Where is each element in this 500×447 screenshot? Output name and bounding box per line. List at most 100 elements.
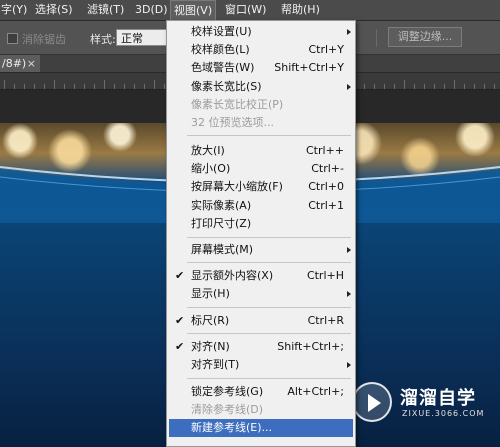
menu-item-label: 显示额外内容(X): [191, 269, 274, 282]
submenu-arrow-icon: [347, 362, 351, 368]
menu-separator: [187, 378, 351, 379]
menu-item-new-guide[interactable]: 新建参考线(E)...: [169, 419, 353, 437]
menu-item-proof-setup[interactable]: 校样设置(U): [167, 23, 355, 41]
checkmark-icon: ✔: [175, 340, 185, 353]
view-menu-dropdown: 校样设置(U) 校样颜色(L) Ctrl+Y 色域警告(W) Shift+Ctrl+…: [166, 20, 356, 447]
menu-item-screen-mode[interactable]: 屏幕模式(M): [167, 241, 355, 259]
ruler-tick: [94, 84, 95, 89]
ruler-tick: [134, 84, 135, 89]
watermark: 溜溜自学 ZIXUE.3066.COM: [352, 382, 492, 432]
menu-item-label: 对齐(N): [191, 340, 230, 353]
menu-item-actual-pixels[interactable]: 实际像素(A) Ctrl+1: [167, 197, 355, 215]
menu-item-shortcut: Ctrl+1: [308, 199, 344, 212]
menu-separator: [187, 135, 351, 136]
menu-item-snap[interactable]: ✔ 对齐(N) Shift+Ctrl+;: [167, 338, 355, 356]
ruler-tick: [494, 84, 495, 89]
checkmark-icon: ✔: [175, 269, 185, 282]
menu-item-label: 打印尺寸(Z): [191, 217, 252, 230]
submenu-arrow-icon: [347, 84, 351, 90]
style-select[interactable]: 正常: [116, 29, 168, 46]
ruler-tick: [44, 84, 45, 89]
menu-item-label: 标尺(R): [191, 314, 230, 327]
ruler-tick: [124, 84, 125, 89]
ruler-tick: [394, 84, 395, 89]
menu-separator: [187, 333, 351, 334]
document-tab-title: /8#): [2, 57, 27, 70]
menu-item-label: 放大(I): [191, 144, 225, 157]
menu-item-zoom-out[interactable]: 缩小(O) Ctrl+-: [167, 160, 355, 178]
menu-item-proof-colors[interactable]: 校样颜色(L) Ctrl+Y: [167, 41, 355, 59]
ruler-tick: [484, 84, 485, 89]
menu-item-label: 缩小(O): [191, 162, 231, 175]
watermark-name: 溜溜自学: [400, 388, 476, 409]
ruler-tick: [64, 84, 65, 89]
menu-item-label: 显示(H): [191, 287, 230, 300]
menu-item-shortcut: Ctrl+Y: [308, 43, 344, 56]
ruler-tick: [104, 80, 105, 89]
menu-item-clear-guides[interactable]: 清除参考线(D): [167, 401, 355, 419]
menu-item-snap-to[interactable]: 对齐到(T): [167, 356, 355, 374]
menu-item-shortcut: Shift+Ctrl+;: [277, 340, 344, 353]
menu-item-label: 像素长宽比校正(P): [191, 98, 284, 111]
watermark-url: ZIXUE.3066.COM: [402, 409, 485, 418]
menu-item-label: 色域警告(W): [191, 61, 255, 74]
menu-filter[interactable]: 滤镜(T): [84, 0, 127, 20]
submenu-arrow-icon: [347, 291, 351, 297]
ruler-tick: [374, 84, 375, 89]
menu-select[interactable]: 选择(S): [32, 0, 76, 20]
ruler-tick: [144, 84, 145, 89]
menu-item-rulers[interactable]: ✔ 标尺(R) Ctrl+R: [167, 312, 355, 330]
menu-3d[interactable]: 3D(D): [132, 0, 171, 20]
refine-edge-button[interactable]: 调整边缘...: [388, 27, 462, 47]
ruler-tick: [404, 80, 405, 89]
menu-separator: [187, 237, 351, 238]
ruler-tick: [454, 80, 455, 89]
menu-item-32bit-preview[interactable]: 32 位预览选项...: [167, 114, 355, 132]
ruler-tick: [84, 84, 85, 89]
ruler-tick: [434, 84, 435, 89]
menu-item-pixel-aspect-ratio[interactable]: 像素长宽比(S): [167, 78, 355, 96]
ruler-tick: [164, 84, 165, 89]
submenu-arrow-icon: [347, 29, 351, 35]
close-icon[interactable]: ×: [27, 55, 36, 72]
ruler-tick: [424, 84, 425, 89]
menu-item-print-size[interactable]: 打印尺寸(Z): [167, 215, 355, 233]
menu-item-fit-on-screen[interactable]: 按屏幕大小缩放(F) Ctrl+0: [167, 178, 355, 196]
ruler-tick: [414, 84, 415, 89]
menu-type[interactable]: 字(Y): [0, 0, 30, 20]
menu-item-extras[interactable]: ✔ 显示额外内容(X) Ctrl+H: [167, 267, 355, 285]
ruler-tick: [384, 84, 385, 89]
menu-item-shortcut: Ctrl++: [305, 144, 344, 157]
ruler-tick: [474, 84, 475, 89]
ruler-tick: [74, 84, 75, 89]
checkmark-icon: ✔: [175, 314, 185, 327]
document-tab[interactable]: /8#) ×: [0, 55, 40, 72]
menu-window[interactable]: 窗口(W): [222, 0, 269, 20]
menu-item-show[interactable]: 显示(H): [167, 285, 355, 303]
ruler-tick: [444, 84, 445, 89]
menu-item-lock-guides[interactable]: 锁定参考线(G) Alt+Ctrl+;: [167, 383, 355, 401]
menu-item-label: 按屏幕大小缩放(F): [191, 180, 283, 193]
menu-item-label: 新建参考线(E)...: [191, 421, 273, 434]
menu-item-shortcut: Shift+Ctrl+Y: [274, 61, 344, 74]
menu-item-label: 清除参考线(D): [191, 403, 264, 416]
menu-item-gamut-warning[interactable]: 色域警告(W) Shift+Ctrl+Y: [167, 59, 355, 77]
menu-help[interactable]: 帮助(H): [278, 0, 323, 20]
menu-item-zoom-in[interactable]: 放大(I) Ctrl++: [167, 142, 355, 160]
ruler-tick: [114, 84, 115, 89]
menu-item-label: 像素长宽比(S): [191, 80, 262, 93]
ruler-tick: [154, 80, 155, 89]
menu-item-shortcut: Ctrl+H: [306, 269, 344, 282]
menu-view[interactable]: 视图(V): [170, 0, 217, 20]
menu-item-label: 校样设置(U): [191, 25, 252, 38]
antialias-checkbox[interactable]: [7, 33, 18, 44]
menu-item-label: 实际像素(A): [191, 199, 252, 212]
antialias-label: 消除锯齿: [22, 33, 66, 46]
menu-item-shortcut: Ctrl+0: [308, 180, 344, 193]
play-logo-icon: [352, 382, 392, 422]
ruler-tick: [24, 84, 25, 89]
menu-item-label: 校样颜色(L): [191, 43, 250, 56]
ruler-tick: [54, 80, 55, 89]
menu-item-label: 对齐到(T): [191, 358, 240, 371]
menu-item-pixel-aspect-correction[interactable]: 像素长宽比校正(P): [167, 96, 355, 114]
